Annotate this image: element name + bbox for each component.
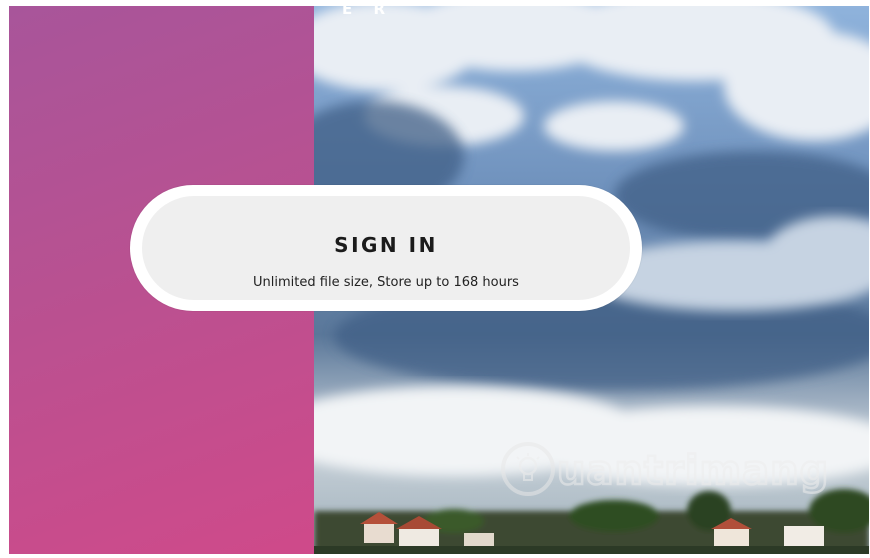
watermark: uantrimang bbox=[501, 442, 830, 496]
lightbulb-icon bbox=[501, 442, 555, 496]
page-frame: E R uantrimang SIGN IN Unlimited file si… bbox=[9, 6, 869, 554]
watermark-text: uantrimang bbox=[556, 447, 830, 496]
sign-in-subtitle: Unlimited file size, Store up to 168 hou… bbox=[253, 275, 519, 290]
sign-in-button-inner[interactable]: SIGN IN Unlimited file size, Store up to… bbox=[142, 196, 630, 300]
sign-in-title: SIGN IN bbox=[334, 233, 438, 257]
sign-in-button[interactable]: SIGN IN Unlimited file size, Store up to… bbox=[130, 185, 642, 311]
brand-logo-fragment: E R bbox=[342, 6, 394, 18]
